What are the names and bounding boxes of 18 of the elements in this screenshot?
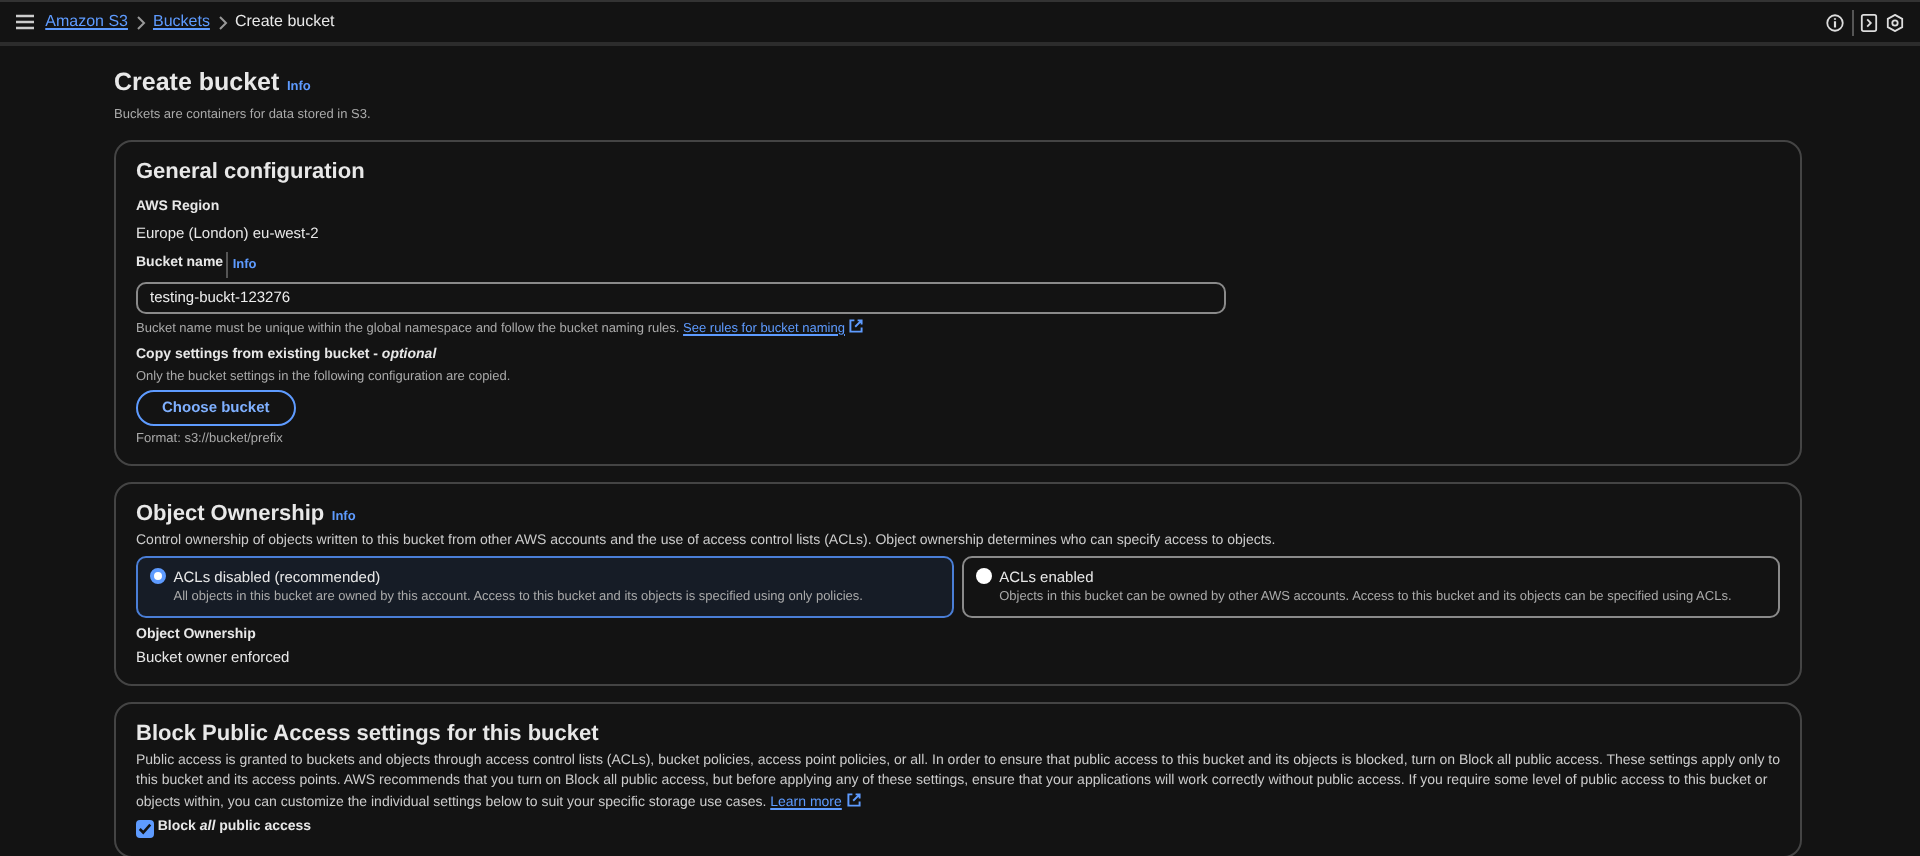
breadcrumb-link[interactable]: Buckets xyxy=(152,10,210,34)
breadcrumb-current: Create bucket xyxy=(234,10,335,34)
page-title: Create bucket xyxy=(114,66,280,100)
section-title: Object Ownership xyxy=(136,500,325,531)
section-title: General configuration xyxy=(136,158,367,189)
section-title: Block Public Access settings for this bucket xyxy=(136,720,601,751)
chevron-icon xyxy=(217,15,228,29)
info-icon[interactable] xyxy=(1825,13,1844,31)
chevron-icon xyxy=(135,15,146,29)
external-link-icon xyxy=(845,792,862,809)
panel-icon[interactable] xyxy=(1860,13,1879,31)
breadcrumb-link[interactable]: Amazon S3 xyxy=(45,10,128,34)
radio-icon xyxy=(150,567,166,584)
menu-icon[interactable] xyxy=(16,14,34,30)
external-link-icon xyxy=(848,317,865,334)
checkbox[interactable] xyxy=(136,819,154,838)
radio-icon xyxy=(975,567,992,584)
settings-icon[interactable] xyxy=(1886,13,1904,31)
